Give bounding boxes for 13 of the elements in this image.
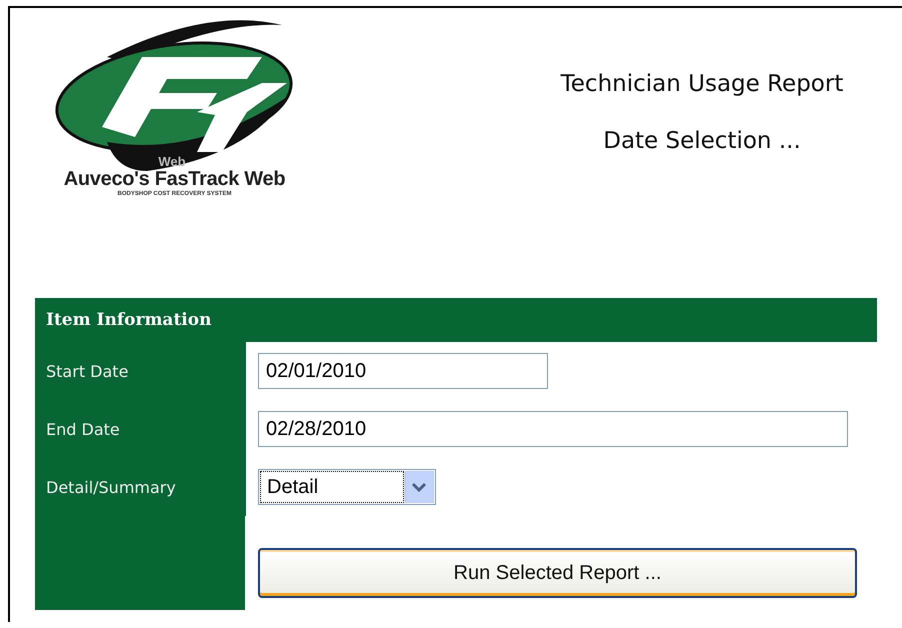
field-label: Detail/Summary (35, 458, 245, 516)
field-label: Start Date (35, 342, 245, 400)
report-subtitle: Date Selection ... (602, 128, 802, 156)
dropdown[interactable]: Detail (258, 469, 436, 505)
run-report-button[interactable]: Run Selected Report ... (258, 548, 857, 598)
logo-badge-text: Web (158, 154, 186, 169)
date-field[interactable]: 02/28/2010 (258, 411, 848, 447)
logo-name: Auveco's FasTrack Web (64, 168, 286, 190)
report-title: Technician Usage Report (560, 71, 844, 99)
field-label: End Date (35, 400, 245, 458)
dropdown-arrow-icon (404, 471, 434, 503)
panel-header: Item Information (35, 298, 877, 342)
date-field[interactable]: 02/01/2010 (258, 353, 548, 389)
